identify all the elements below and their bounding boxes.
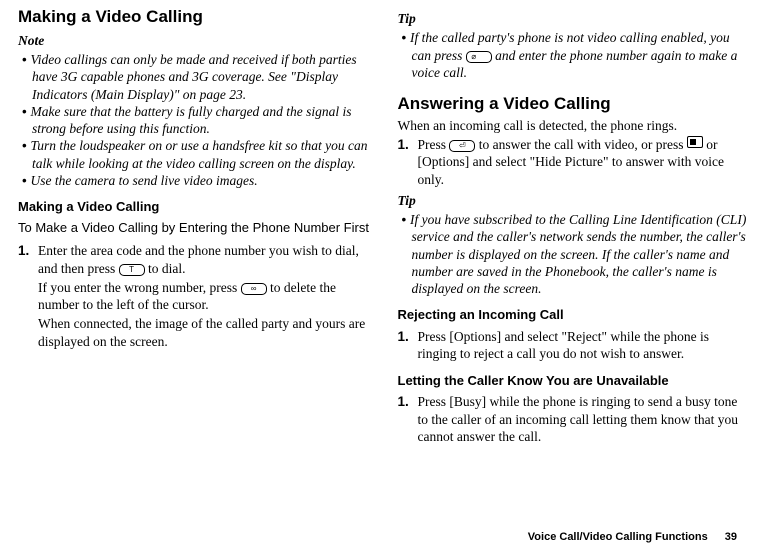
answer-key-icon: ⏎ (449, 140, 475, 152)
note-label: Note (18, 32, 370, 49)
intro-text: When an incoming call is detected, the p… (398, 117, 750, 134)
note-item: Turn the loudspeaker on or use a handsfr… (22, 137, 370, 172)
step-text: to dial. (145, 261, 186, 276)
footer-page-number: 39 (725, 531, 737, 543)
tip-label: Tip (398, 10, 750, 27)
step-item: Press [Options] and select "Reject" whil… (398, 328, 750, 363)
step-text: If you enter the wrong number, press (38, 280, 241, 295)
note-item: Use the camera to send live video images… (22, 172, 370, 189)
tip-list: If the called party's phone is not video… (398, 29, 750, 81)
note-item: Video callings can only be made and rece… (22, 51, 370, 103)
steps-busy: Press [Busy] while the phone is ringing … (398, 393, 750, 445)
step-text: to answer the call with video, or press (475, 137, 686, 152)
heading-answering-video-calling: Answering a Video Calling (398, 93, 750, 115)
end-key-icon: ⌀ (466, 51, 492, 63)
heading-making-video-calling: Making a Video Calling (18, 6, 370, 28)
note-list: Video callings can only be made and rece… (18, 51, 370, 189)
step-continuation: When connected, the image of the called … (18, 315, 370, 350)
step-item: Press [Busy] while the phone is ringing … (398, 393, 750, 445)
step-item: Enter the area code and the phone number… (18, 242, 370, 277)
tip-list: If you have subscribed to the Calling Li… (398, 211, 750, 297)
clear-key-icon: ∞ (241, 283, 267, 295)
subheading-rejecting-call: Rejecting an Incoming Call (398, 307, 750, 324)
steps-make-call: Enter the area code and the phone number… (18, 242, 370, 277)
footer-section: Voice Call/Video Calling Functions (528, 531, 708, 543)
note-item: Make sure that the battery is fully char… (22, 103, 370, 138)
subsubheading-phone-number-first: To Make a Video Calling by Entering the … (18, 220, 370, 237)
subheading-making-video-calling: Making a Video Calling (18, 199, 370, 216)
center-key-icon (687, 136, 703, 148)
step-item: Press ⏎ to answer the call with video, o… (398, 136, 750, 188)
video-key-icon: T (119, 264, 145, 276)
steps-answer-call: Press ⏎ to answer the call with video, o… (398, 136, 750, 188)
step-text: Press (418, 137, 450, 152)
step-text: Enter the area code and the phone number… (38, 243, 359, 275)
steps-reject-call: Press [Options] and select "Reject" whil… (398, 328, 750, 363)
subheading-caller-unavailable: Letting the Caller Know You are Unavaila… (398, 373, 750, 390)
page-footer: Voice Call/Video Calling Functions 39 (528, 530, 737, 544)
left-column: Making a Video Calling Note Video callin… (18, 6, 384, 552)
right-column: Tip If the called party's phone is not v… (384, 6, 750, 552)
tip-item: If you have subscribed to the Calling Li… (402, 211, 750, 297)
step-continuation: If you enter the wrong number, press ∞ t… (18, 279, 370, 314)
tip-label: Tip (398, 192, 750, 209)
tip-item: If the called party's phone is not video… (402, 29, 750, 81)
page: Making a Video Calling Note Video callin… (0, 0, 767, 552)
